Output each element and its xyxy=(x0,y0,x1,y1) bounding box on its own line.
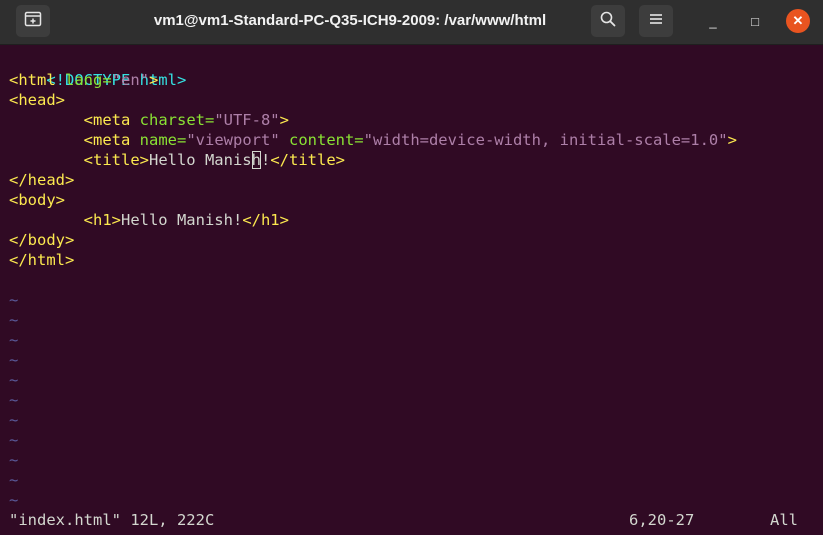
empty-line-marker: ~ xyxy=(9,451,19,469)
code-line: <!DOCTYPE html> xyxy=(9,50,186,89)
status-cursor-position: 6,20-27 xyxy=(629,511,695,529)
text-cursor: h xyxy=(251,151,261,169)
title-open-tag: <title> xyxy=(83,151,149,169)
empty-line-marker: ~ xyxy=(9,411,19,429)
title-close-tag: </title> xyxy=(270,151,345,169)
h1-open-tag: <h1> xyxy=(83,211,121,229)
new-tab-button[interactable] xyxy=(16,5,50,37)
empty-line-marker: ~ xyxy=(9,431,19,449)
code-line: </head> xyxy=(9,170,74,190)
code-line: <html lang="en"> xyxy=(9,70,158,90)
attr-name: lang= xyxy=(65,71,112,89)
code-line: <body> xyxy=(9,190,65,210)
html-close-tag: </html> xyxy=(9,251,75,269)
status-scroll: All xyxy=(770,511,798,529)
body-open-tag: <body> xyxy=(9,191,65,209)
minimize-icon: _ xyxy=(709,13,717,29)
title-bar: vm1@vm1-Standard-PC-Q35-ICH9-2009: /var/… xyxy=(0,0,823,45)
body-close-tag: </body> xyxy=(9,231,75,249)
empty-line-marker: ~ xyxy=(9,331,19,349)
empty-line-marker: ~ xyxy=(9,371,19,389)
maximize-button[interactable]: □ xyxy=(743,9,767,33)
tag-close: > xyxy=(279,111,289,129)
title-text: Hello Manis xyxy=(148,151,252,169)
attr-value: "UTF-8" xyxy=(214,111,280,129)
empty-line-marker: ~ xyxy=(9,391,19,409)
window-title: vm1@vm1-Standard-PC-Q35-ICH9-2009: /var/… xyxy=(153,12,547,29)
attr-value: "width=device-width, initial-scale=1.0" xyxy=(363,131,728,149)
code-line: <meta name="viewport" content="width=dev… xyxy=(9,130,737,150)
maximize-icon: □ xyxy=(751,13,759,29)
attr-name: charset= xyxy=(139,111,215,129)
status-file-info: "index.html" 12L, 222C xyxy=(9,511,215,529)
code-line: <meta charset="UTF-8"> xyxy=(9,110,289,130)
title-text-end: ! xyxy=(260,151,271,169)
close-icon: ✕ xyxy=(792,13,804,28)
menu-button[interactable] xyxy=(639,5,673,37)
code-line: <h1>Hello Manish!</h1> xyxy=(9,210,289,230)
close-button[interactable]: ✕ xyxy=(786,9,810,33)
empty-line-marker: ~ xyxy=(9,471,19,489)
code-line: <head> xyxy=(9,90,65,110)
html-open-tag: <html xyxy=(9,71,65,89)
h1-close-tag: </h1> xyxy=(242,211,289,229)
empty-line-marker: ~ xyxy=(9,351,19,369)
attr-value: "en" xyxy=(111,71,149,89)
search-button[interactable] xyxy=(591,5,625,37)
code-line: </body> xyxy=(9,230,74,250)
head-close-tag: </head> xyxy=(9,171,75,189)
tag-close: > xyxy=(727,131,737,149)
attr-name: name= xyxy=(139,131,187,149)
minimize-button[interactable]: _ xyxy=(701,9,725,33)
empty-line-marker: ~ xyxy=(9,291,19,309)
code-line: <title>Hello Manish!</title> xyxy=(9,150,345,170)
new-tab-icon xyxy=(24,11,42,32)
attr-value: "viewport" xyxy=(186,131,280,149)
meta-tag: <meta xyxy=(83,111,140,129)
head-open-tag: <head> xyxy=(9,91,65,109)
meta-tag: <meta xyxy=(83,131,140,149)
tag-close: > xyxy=(149,71,159,89)
code-line: </html> xyxy=(9,250,74,270)
hamburger-menu-icon xyxy=(649,12,663,30)
search-icon xyxy=(600,11,616,32)
empty-line-marker: ~ xyxy=(9,491,19,509)
attr-name: content= xyxy=(279,131,364,149)
terminal-area[interactable]: <!DOCTYPE html> <html lang="en"> <head> … xyxy=(0,45,823,535)
h1-text: Hello Manish! xyxy=(120,211,243,229)
empty-line-marker: ~ xyxy=(9,311,19,329)
